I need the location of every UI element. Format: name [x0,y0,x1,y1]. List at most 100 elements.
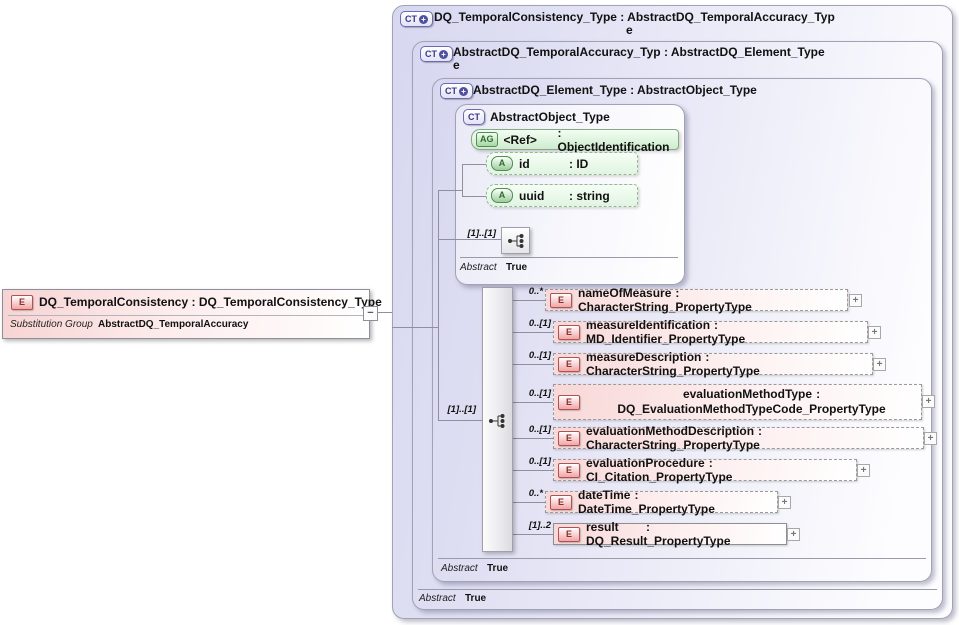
attribute-icon: A [491,156,513,171]
element-separator [8,315,364,316]
abstract-label: Abstract [419,593,456,604]
expand-button[interactable]: + [857,464,870,477]
sequence-glyph [488,413,506,429]
expand-button[interactable]: + [873,358,886,371]
attribute-type: : string [569,189,610,203]
sequence-icon[interactable] [501,227,530,254]
type-box3-title: AbstractDQ_Element_Type : AbstractObject… [473,83,757,97]
attribute-group-icon: AG [476,132,498,147]
connector-line [462,164,488,165]
cardinality-label: 0..[1] [511,388,551,399]
element-icon: E [558,431,580,446]
abstract-separator [438,558,926,559]
abstract-separator [460,257,678,258]
element-result[interactable]: E result: DQ_Result_PropertyType [553,523,787,545]
expand-button[interactable]: + [868,326,881,339]
element-icon: E [558,527,580,542]
connector-line [376,312,392,313]
cardinality-label: 0..[1] [511,318,551,329]
complex-type-icon[interactable]: CT+ [400,11,433,27]
attribute-id[interactable]: A id : ID [486,152,638,175]
expand-button[interactable]: + [922,395,935,408]
element-nameOfMeasure[interactable]: E nameOfMeasure: CharacterString_Propert… [545,289,848,311]
substitution-group-value: AbstractDQ_TemporalAccuracy [98,319,248,330]
element-icon: E [558,463,580,478]
element-icon: E [558,395,580,410]
sequence-glyph [507,233,525,249]
attribute-group-name: <Ref> [504,133,554,147]
connector-line [462,196,488,197]
cardinality-label: 0..[1] [511,350,551,361]
element-icon: E [558,357,580,372]
expand-circle-icon: + [459,87,468,96]
element-icon: E [550,293,572,308]
element-name: measureIdentification [586,318,710,332]
sequence-compositor-bar[interactable] [482,287,513,552]
cardinality-label: 0..* [503,286,543,297]
abstract-value: True [487,563,508,574]
cardinality-label: 0..[1] [511,456,551,467]
expand-button[interactable]: + [787,528,800,541]
connector-line [438,420,482,421]
substitution-group-label: Substitution Group [10,319,93,330]
abstract-label: Abstract [460,262,497,273]
attribute-name: uuid [519,189,565,203]
ct-icon-label: CT [468,112,480,122]
abstract-label: Abstract [441,563,478,574]
element-evaluationMethodDescription[interactable]: E evaluationMethodDescription: Character… [553,427,924,449]
connector-line [462,164,463,197]
sequence-cardinality: [1]..[1] [458,228,496,239]
element-evaluationProcedure[interactable]: E evaluationProcedure: CI_Citation_Prope… [553,459,857,481]
attribute-type: : ID [569,157,588,171]
schema-diagram: CT+ DQ_TemporalConsistency_Type : Abstra… [0,0,959,625]
connector-line [438,239,501,240]
ct-icon-label: CT [405,14,417,24]
type-box2-title: AbstractDQ_TemporalAccuracy_Typ : Abstra… [453,45,825,59]
element-measureDescription[interactable]: E measureDescription: CharacterString_Pr… [553,353,873,375]
global-element-dq-temporalconsistency[interactable]: E DQ_TemporalConsistency : DQ_TemporalCo… [2,289,370,339]
expand-button[interactable]: + [849,294,862,307]
connector-line [511,300,545,301]
element-evaluationMethodType[interactable]: E evaluationMethodType: DQ_EvaluationMet… [553,384,922,420]
attribute-group-ref[interactable]: AG <Ref> : ObjectIdentification [471,129,679,150]
complex-type-icon[interactable]: CT+ [420,46,453,62]
type-box2-title-wrap: e [453,58,460,72]
expand-button[interactable]: + [778,496,791,509]
connector-line [511,364,553,365]
element-name: evaluationMethodDescription [586,424,754,438]
connector-line [511,470,553,471]
attribute-name: id [519,157,565,171]
cardinality-label: 0..[1] [511,424,551,435]
connector-line [438,190,439,420]
connector-line [392,327,438,328]
element-icon: E [550,495,572,510]
attribute-group-type: : ObjectIdentification [558,126,675,154]
cardinality-label: [1]..2 [511,520,551,531]
connector-line [511,534,553,535]
connector-line [511,402,553,403]
abstract-value: True [506,262,527,273]
element-dateTime[interactable]: E dateTime: DateTime_PropertyType [545,491,778,513]
cardinality-label: 0..* [503,488,543,499]
attribute-uuid[interactable]: A uuid : string [486,184,638,207]
connector-line [511,502,545,503]
type-box1-title-wrap: e [626,23,633,37]
element-name: dateTime [578,488,630,502]
attribute-icon: A [491,188,513,203]
element-name: evaluationProcedure [586,456,705,470]
type-box1-title: DQ_TemporalConsistency_Type : AbstractDQ… [434,10,835,24]
element-name: evaluationMethodType [683,387,812,401]
expand-circle-icon: + [419,15,428,24]
element-name: measureDescription [586,350,701,364]
ct-icon-label: CT [445,86,457,96]
connector-line [438,190,462,191]
expand-button[interactable]: + [924,432,937,445]
element-name: result [586,520,642,534]
complex-type-icon[interactable]: CT+ [440,83,473,99]
abstract-value: True [465,593,486,604]
element-measureIdentification[interactable]: E measureIdentification: MD_Identifier_P… [553,321,868,343]
connector-line [511,332,553,333]
complex-type-icon[interactable]: CT [463,109,485,125]
collapse-button[interactable]: − [363,306,378,321]
type-box4-title: AbstractObject_Type [490,110,610,124]
